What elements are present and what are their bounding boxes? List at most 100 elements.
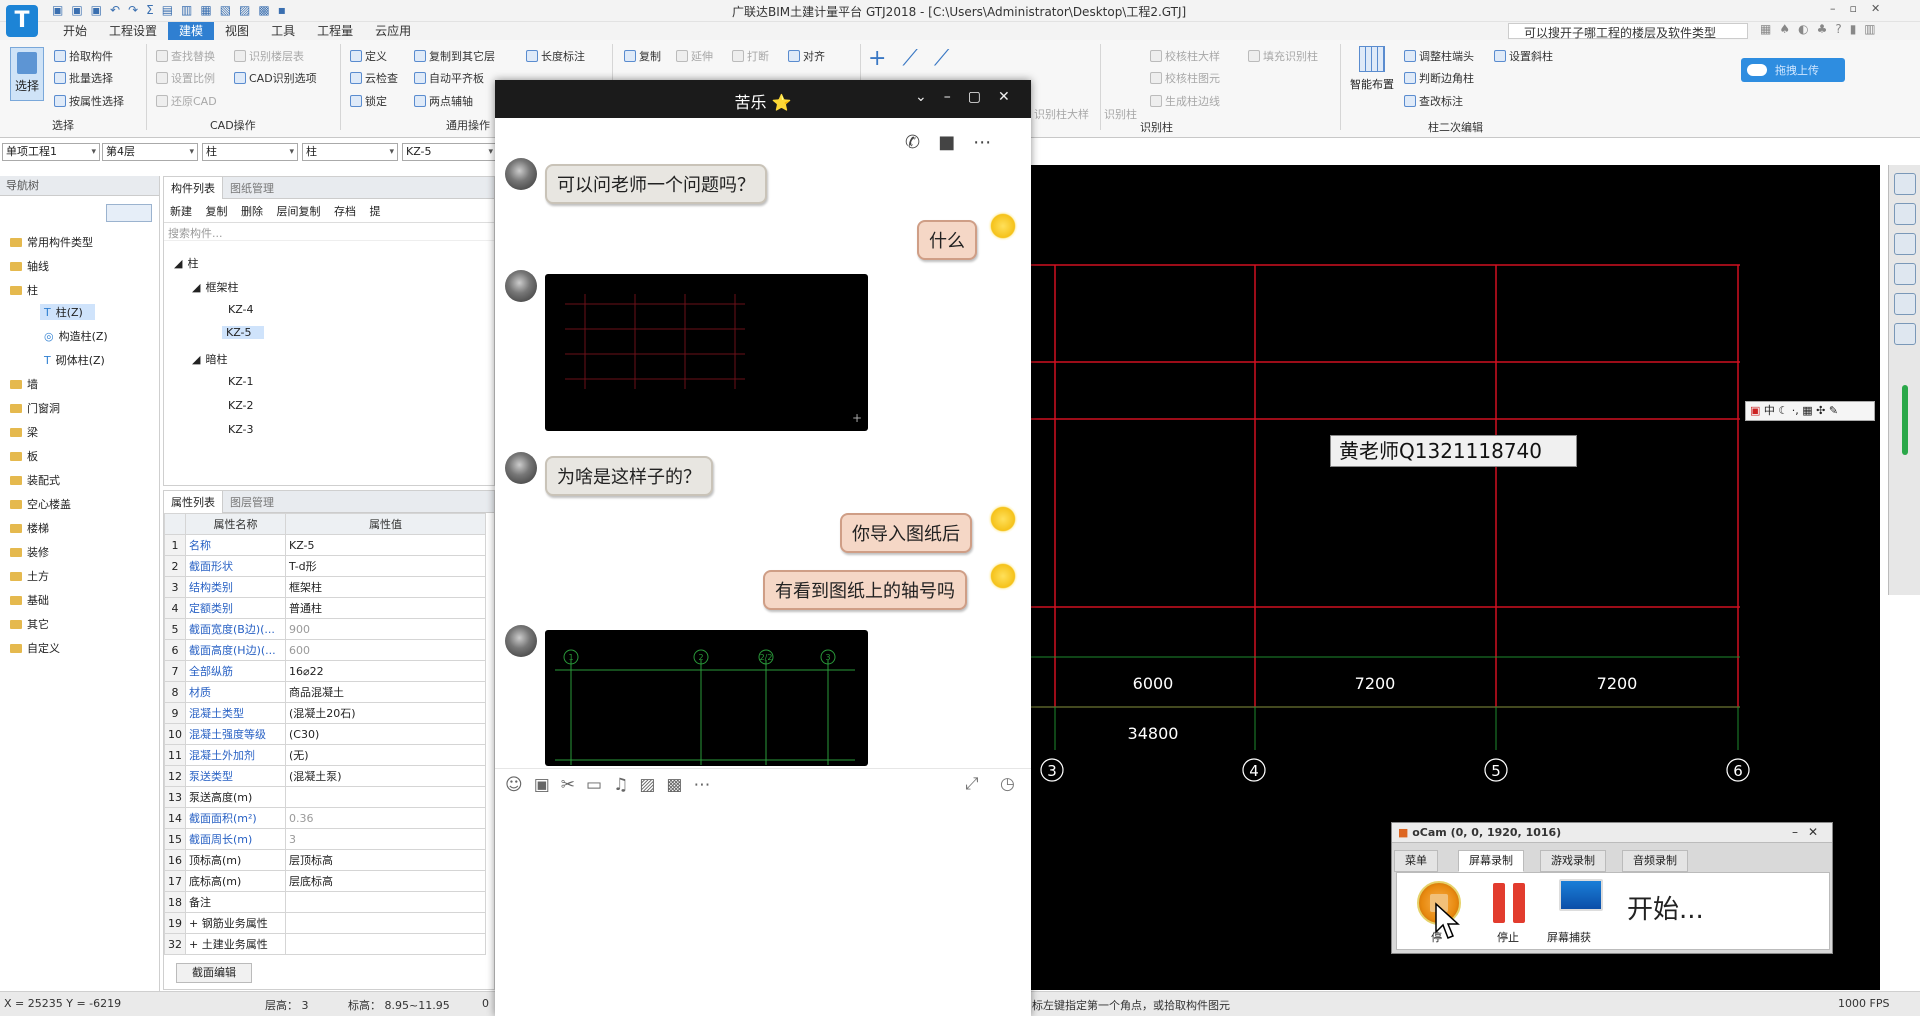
nav-item-openings[interactable]: 门窗洞 xyxy=(10,400,60,416)
property-value[interactable]: 框架柱 xyxy=(285,576,486,598)
cloud-upload-button[interactable]: 拖拽上传 xyxy=(1741,58,1845,82)
menu-tools[interactable]: 工具 xyxy=(260,22,306,40)
archive-button[interactable]: 存档 xyxy=(334,205,356,218)
chat-input-area[interactable] xyxy=(495,803,1031,1016)
property-value[interactable]: 900 xyxy=(285,618,486,640)
window-controls[interactable]: –▫✕ xyxy=(1830,2,1894,15)
property-value[interactable] xyxy=(285,933,486,955)
nav-item-constructional-column[interactable]: ◎ 构造柱(Z) xyxy=(44,328,108,344)
more-icon[interactable]: ⋯ xyxy=(973,132,1009,153)
nav-item-earthwork[interactable]: 土方 xyxy=(10,568,49,584)
emoji-icon[interactable]: ☺ xyxy=(505,775,534,795)
property-value[interactable]: 商品混凝土 xyxy=(285,681,486,703)
ocam-tab-screen-record[interactable]: 屏幕录制 xyxy=(1458,850,1524,872)
adjust-column-end-button[interactable]: 调整柱端头 xyxy=(1404,48,1474,64)
property-value[interactable]: 普通柱 xyxy=(285,597,486,619)
smart-layout-button[interactable]: 智能布置 xyxy=(1346,46,1398,106)
scissors-icon[interactable]: ✂ xyxy=(561,775,586,795)
property-value[interactable]: (混凝土泵) xyxy=(285,765,486,787)
align-button[interactable]: 对齐 xyxy=(788,48,825,64)
tab-component-list[interactable]: 构件列表 xyxy=(164,177,223,199)
tree-item-kz1[interactable]: KZ-1 xyxy=(228,375,254,388)
nav-item-beam[interactable]: 梁 xyxy=(10,424,38,440)
property-value[interactable] xyxy=(285,786,486,808)
property-value[interactable] xyxy=(285,912,486,934)
orbit-icon[interactable] xyxy=(1893,173,1916,195)
two-point-axis-button[interactable]: 两点辅轴 xyxy=(414,93,473,109)
property-row[interactable]: 6 截面高度(H边)(... 600 xyxy=(164,639,486,661)
property-row[interactable]: 11 混凝土外加剂 (无) xyxy=(164,744,486,766)
fill-identify-column-button[interactable]: 填充识别柱 xyxy=(1248,48,1318,64)
rotate-icon[interactable] xyxy=(1893,293,1916,315)
tree-item-kz4[interactable]: KZ-4 xyxy=(228,303,254,316)
property-value[interactable]: 层顶标高 xyxy=(285,849,486,871)
component-search-input[interactable]: 搜索构件... xyxy=(164,223,494,241)
tree-root-column[interactable]: ◢ 柱 xyxy=(174,255,198,271)
floor-select[interactable]: 第4层 xyxy=(102,143,198,161)
property-value[interactable]: 16⌀22 xyxy=(285,660,486,682)
property-value[interactable]: 600 xyxy=(285,639,486,661)
category-select[interactable]: 柱 xyxy=(202,143,298,161)
pick-component-button[interactable]: 拾取构件 xyxy=(54,48,113,64)
restore-cad-button[interactable]: 还原CAD xyxy=(156,93,217,109)
property-row[interactable]: 12 泵送类型 (混凝土泵) xyxy=(164,765,486,787)
property-row[interactable]: 18 备注 xyxy=(164,891,486,913)
section-edit-button[interactable]: 截面编辑 xyxy=(176,963,252,983)
screen-share-icon[interactable]: ▩ xyxy=(666,775,693,795)
nav-item-hollow-floor[interactable]: 空心楼盖 xyxy=(10,496,71,512)
chat-expand-icon[interactable]: ⤢ xyxy=(965,774,979,794)
music-icon[interactable]: ♫ xyxy=(613,775,639,795)
cloud-check-button[interactable]: 云检查 xyxy=(350,70,398,86)
ocam-tab-menu[interactable]: 菜单 xyxy=(1394,850,1438,872)
expand-icon[interactable]: + xyxy=(852,411,862,425)
nav-item-common-types[interactable]: 常用构件类型 xyxy=(10,234,93,250)
nav-item-wall[interactable]: 墙 xyxy=(10,376,38,392)
generate-column-edge-button[interactable]: 生成柱边线 xyxy=(1150,93,1220,109)
lock-button[interactable]: 锁定 xyxy=(350,93,387,109)
menu-project-settings[interactable]: 工程设置 xyxy=(98,22,168,40)
menu-quantity[interactable]: 工程量 xyxy=(306,22,364,40)
define-button[interactable]: 定义 xyxy=(350,48,387,64)
property-row[interactable]: 3 结构类别 框架柱 xyxy=(164,576,486,598)
find-replace-button[interactable]: 查找替换 xyxy=(156,48,215,64)
property-value[interactable] xyxy=(285,891,486,913)
ocam-tab-game-record[interactable]: 游戏录制 xyxy=(1540,850,1606,872)
identify-column-button[interactable]: 识别柱 xyxy=(1104,106,1137,122)
stop-button[interactable] xyxy=(1491,883,1529,925)
nav-item-slab[interactable]: 板 xyxy=(10,448,38,464)
property-row[interactable]: 7 全部纵筋 16⌀22 xyxy=(164,660,486,682)
check-column-element-button[interactable]: 校核柱图元 xyxy=(1150,70,1220,86)
project-select[interactable]: 单项工程1 xyxy=(2,143,100,161)
tab-drawing-manage[interactable]: 图纸管理 xyxy=(223,177,281,199)
auto-level-slab-button[interactable]: 自动平齐板 xyxy=(414,70,484,86)
property-value[interactable]: 0.36 xyxy=(285,807,486,829)
set-slanted-column-button[interactable]: 设置斜柱 xyxy=(1494,48,1553,64)
property-row[interactable]: 4 定额类别 普通柱 xyxy=(164,597,486,619)
copy-component-button[interactable]: 复制 xyxy=(206,205,228,218)
nav-item-other[interactable]: 其它 xyxy=(10,616,49,632)
tree-group-frame-column[interactable]: ◢ 框架柱 xyxy=(192,279,238,295)
tree-item-kz2[interactable]: KZ-2 xyxy=(228,399,254,412)
app-logo[interactable]: T xyxy=(6,5,38,37)
quick-access-toolbar[interactable]: ▣▣▣↶↷Σ▤▥▦▧▨▩▪ xyxy=(52,3,402,19)
corner-column-button[interactable]: 判断边角柱 xyxy=(1404,70,1474,86)
property-value[interactable]: (无) xyxy=(285,744,486,766)
phone-icon[interactable]: ✆ xyxy=(905,132,938,153)
property-row[interactable]: 15 截面周长(m) 3 xyxy=(164,828,486,850)
nav-item-foundation[interactable]: 基础 xyxy=(10,592,49,608)
property-row[interactable]: 17 底标高(m) 层底标高 xyxy=(164,870,486,892)
tree-item-kz3[interactable]: KZ-3 xyxy=(228,423,254,436)
ime-toolbar[interactable]: ▣ 中 ☾ ·, ▦ ✣ ✎ xyxy=(1745,401,1875,421)
property-row[interactable]: 10 混凝土强度等级 (C30) xyxy=(164,723,486,745)
layer-icon[interactable] xyxy=(1893,323,1916,345)
toolbar-icons-right[interactable]: ▦♠◐♣?▮▥ xyxy=(1760,22,1884,36)
nav-item-custom[interactable]: 自定义 xyxy=(10,640,60,656)
screen-capture-button[interactable] xyxy=(1559,879,1603,921)
property-row[interactable]: 8 材质 商品混凝土 xyxy=(164,681,486,703)
image-icon[interactable]: ▨ xyxy=(639,775,666,795)
folder-send-icon[interactable]: ▭ xyxy=(586,775,613,795)
copy-to-floor-button[interactable]: 复制到其它层 xyxy=(414,48,495,64)
history-icon[interactable]: ◷ xyxy=(1000,774,1015,794)
nav-item-axis[interactable]: 轴线 xyxy=(10,258,49,274)
identify-floor-table-button[interactable]: 识别楼层表 xyxy=(234,48,304,64)
